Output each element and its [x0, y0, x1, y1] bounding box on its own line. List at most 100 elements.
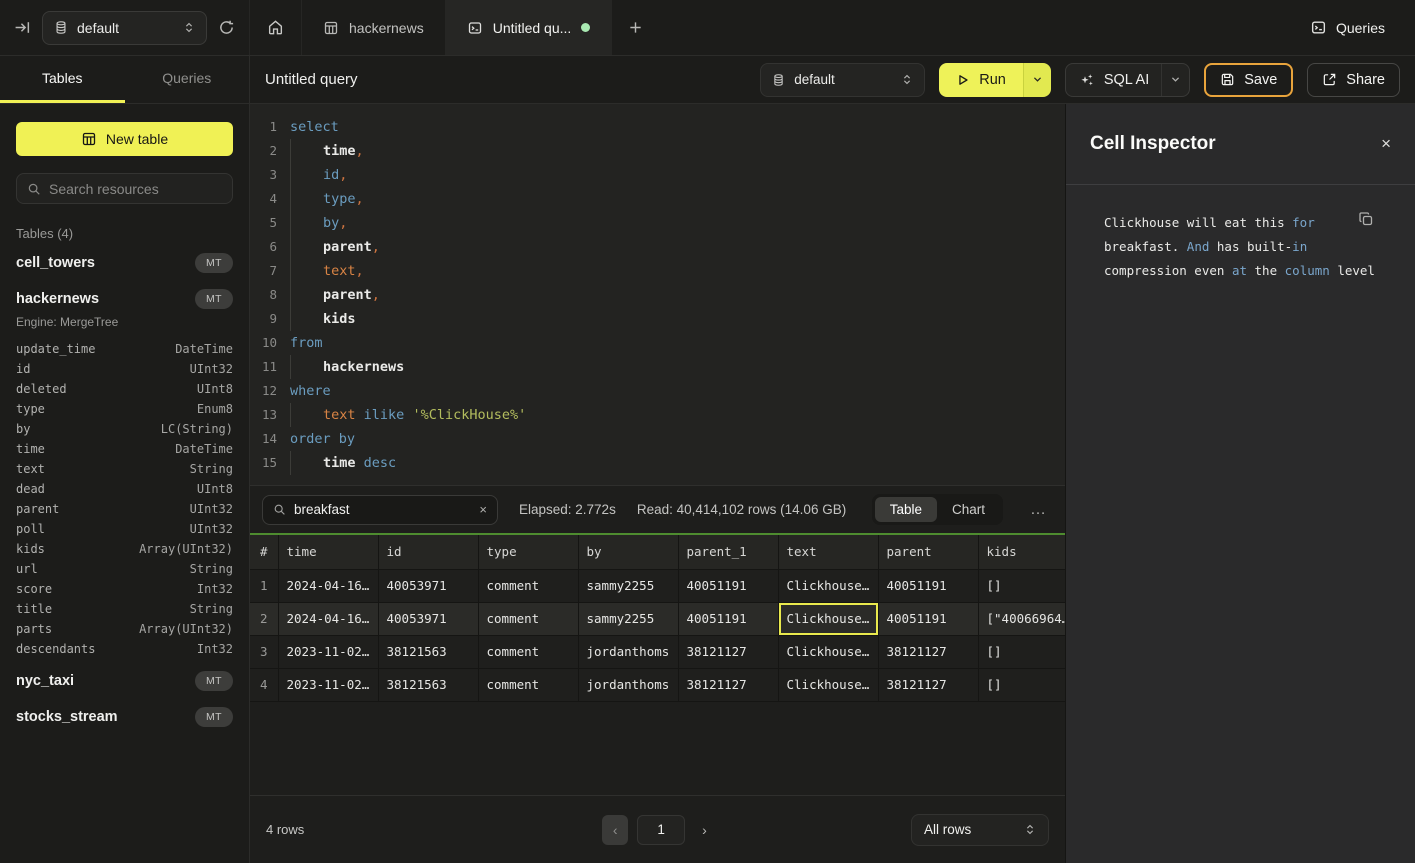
table-list-item[interactable]: cell_towersMT: [16, 249, 233, 277]
indent-guide: [290, 235, 323, 259]
results-search-input[interactable]: [294, 502, 471, 517]
run-button[interactable]: Run: [939, 63, 1023, 97]
row-number-cell[interactable]: 4: [250, 668, 278, 701]
column-header[interactable]: time: [278, 535, 378, 569]
row-number-cell[interactable]: 3: [250, 635, 278, 668]
sql-editor[interactable]: 1select2time,3id,4type,5by,6parent,7text…: [250, 104, 1065, 485]
table-cell[interactable]: []: [978, 569, 1065, 602]
table-cell[interactable]: Clickhouse…: [778, 668, 878, 701]
table-cell[interactable]: jordanthoms: [578, 668, 678, 701]
table-cell[interactable]: comment: [478, 635, 578, 668]
table-cell[interactable]: 40051191: [678, 602, 778, 635]
column-header[interactable]: id: [378, 535, 478, 569]
table-cell[interactable]: 2024-04-16…: [278, 569, 378, 602]
table-cell[interactable]: 40051191: [678, 569, 778, 602]
tables-section-label: Tables (4): [16, 226, 233, 241]
sidebar-tab-queries[interactable]: Queries: [125, 56, 250, 103]
code-line: 6parent,: [250, 235, 1065, 259]
page-size-selector[interactable]: All rows: [911, 814, 1049, 846]
tab-home[interactable]: [250, 0, 302, 55]
run-options-button[interactable]: [1023, 63, 1051, 97]
table-list-item[interactable]: hackernewsMT: [16, 285, 233, 313]
table-cell[interactable]: 40051191: [878, 569, 978, 602]
sidebar-search[interactable]: [16, 173, 233, 204]
copy-icon[interactable]: [1358, 211, 1374, 227]
sidebar-tabs: Tables Queries: [0, 56, 249, 104]
new-table-button[interactable]: New table: [16, 122, 233, 156]
sidebar-tab-tables[interactable]: Tables: [0, 56, 125, 103]
sidebar: Tables Queries New table Tables (4) cell…: [0, 56, 250, 863]
page-size-value: All rows: [924, 822, 971, 837]
table-cell[interactable]: 40053971: [378, 602, 478, 635]
table-cell[interactable]: 38121127: [878, 635, 978, 668]
column-header[interactable]: type: [478, 535, 578, 569]
table-cell[interactable]: 2023-11-02…: [278, 668, 378, 701]
table-cell[interactable]: 38121563: [378, 635, 478, 668]
line-number: 11: [250, 355, 277, 379]
table-cell[interactable]: 38121127: [678, 668, 778, 701]
table-cell[interactable]: comment: [478, 668, 578, 701]
code-line: 1select: [250, 115, 1065, 139]
sql-ai-button[interactable]: SQL AI: [1065, 63, 1190, 97]
toolbar-database-selector[interactable]: default: [760, 63, 925, 97]
table-cell[interactable]: jordanthoms: [578, 635, 678, 668]
close-icon[interactable]: ×: [1381, 134, 1391, 154]
table-cell[interactable]: []: [978, 668, 1065, 701]
table-cell[interactable]: comment: [478, 569, 578, 602]
sql-ai-options-button[interactable]: [1161, 64, 1189, 96]
next-page-button[interactable]: ›: [694, 822, 715, 838]
table-list: cell_towersMThackernewsMTEngine: MergeTr…: [16, 249, 233, 731]
more-options-button[interactable]: …: [1024, 501, 1053, 519]
code-line: 9kids: [250, 307, 1065, 331]
queries-button[interactable]: Queries: [1310, 0, 1415, 55]
table-cell[interactable]: 40051191: [878, 602, 978, 635]
share-button[interactable]: Share: [1307, 63, 1400, 97]
table-cell[interactable]: Clickhouse…: [778, 602, 878, 635]
view-toggle-table[interactable]: Table: [875, 497, 937, 522]
previous-page-button[interactable]: ‹: [602, 815, 628, 845]
save-button[interactable]: Save: [1204, 63, 1293, 97]
table-list-item[interactable]: nyc_taxiMT: [16, 667, 233, 695]
column-header[interactable]: parent_1: [678, 535, 778, 569]
table-cell[interactable]: 38121127: [678, 635, 778, 668]
table-cell[interactable]: 40053971: [378, 569, 478, 602]
column-header[interactable]: #: [250, 535, 278, 569]
table-cell[interactable]: 2023-11-02…: [278, 635, 378, 668]
tab-hackernews[interactable]: hackernews: [302, 0, 446, 55]
new-tab-button[interactable]: [612, 0, 658, 55]
indent-guide: [290, 187, 323, 211]
table-cell[interactable]: comment: [478, 602, 578, 635]
table-cell[interactable]: Clickhouse…: [778, 635, 878, 668]
table-list-item[interactable]: stocks_streamMT: [16, 703, 233, 731]
engine-badge: MT: [195, 253, 233, 273]
table-cell[interactable]: 38121127: [878, 668, 978, 701]
table-cell[interactable]: sammy2255: [578, 602, 678, 635]
row-number-cell[interactable]: 2: [250, 602, 278, 635]
table-name: stocks_stream: [16, 709, 118, 725]
results-search[interactable]: ×: [262, 495, 498, 525]
table-cell[interactable]: Clickhouse…: [778, 569, 878, 602]
collapse-sidebar-icon[interactable]: [14, 19, 31, 36]
row-number-cell[interactable]: 1: [250, 569, 278, 602]
view-toggle-chart[interactable]: Chart: [937, 497, 1000, 522]
topbar-database-selector[interactable]: default: [42, 11, 207, 45]
table-cell[interactable]: sammy2255: [578, 569, 678, 602]
page-number-input[interactable]: 1: [637, 815, 685, 845]
sidebar-search-input[interactable]: [49, 181, 222, 197]
topbar-database-value: default: [77, 20, 174, 36]
refresh-icon[interactable]: [218, 19, 235, 36]
table-cell[interactable]: 2024-04-16…: [278, 602, 378, 635]
column-header[interactable]: kids: [978, 535, 1065, 569]
table-cell[interactable]: []: [978, 635, 1065, 668]
queries-label: Queries: [1336, 20, 1385, 36]
table-cell[interactable]: ["40066964…: [978, 602, 1065, 635]
column-header[interactable]: parent: [878, 535, 978, 569]
column-header[interactable]: by: [578, 535, 678, 569]
clear-search-icon[interactable]: ×: [479, 502, 487, 517]
tab-untitled-query[interactable]: Untitled qu...: [446, 0, 613, 55]
results-empty-area: [250, 702, 1065, 796]
column-header[interactable]: text: [778, 535, 878, 569]
table-cell[interactable]: 38121563: [378, 668, 478, 701]
column-row: update_timeDateTime: [16, 339, 233, 359]
column-row: textString: [16, 459, 233, 479]
